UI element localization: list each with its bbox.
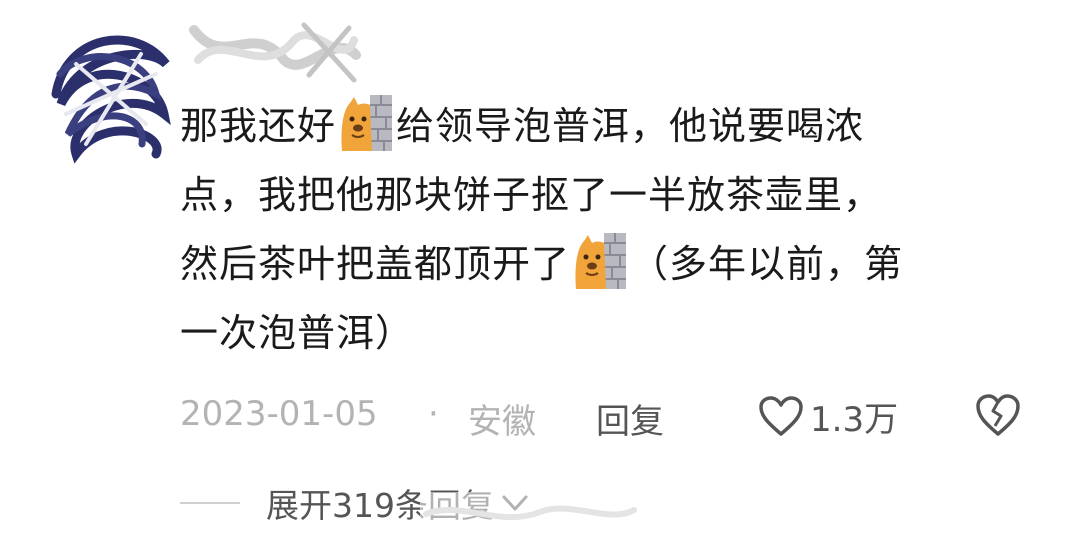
comment-meta-row: 2023-01-05 · 安徽 回复 1.3万	[180, 386, 1040, 446]
comment-body: 那我还好 给领导泡普洱，他说要喝浓 点，我把他那块饼子抠了一半放茶壶里， 然后茶…	[180, 92, 1020, 368]
meta-separator: ·	[428, 394, 439, 434]
doge-wall-icon	[340, 95, 393, 151]
broken-heart-icon	[976, 394, 1020, 436]
heart-icon	[759, 396, 803, 436]
comment-text-line4: 一次泡普洱）	[180, 311, 415, 355]
comment-location: 安徽	[468, 402, 536, 442]
watermark-overlay	[420, 492, 640, 536]
like-button[interactable]: 1.3万	[758, 390, 898, 442]
comment-text-line3b: （多年以前，第	[630, 242, 904, 286]
dislike-button[interactable]	[974, 392, 1022, 438]
doge-wall-icon	[574, 233, 627, 289]
comment-date: 2023-01-05	[180, 394, 378, 434]
avatar[interactable]	[46, 14, 174, 164]
username[interactable]	[184, 10, 364, 90]
like-count: 1.3万	[810, 399, 899, 440]
comment-card: 那我还好 给领导泡普洱，他说要喝浓 点，我把他那块饼子抠了一半放茶壶里， 然后茶…	[0, 0, 1080, 544]
comment-text-line1a: 那我还好	[180, 104, 337, 148]
comment-text-line1b: 给领导泡普洱，他说要喝浓	[396, 104, 865, 148]
comment-text-line3a: 然后茶叶把盖都顶开了	[180, 242, 571, 286]
reply-button[interactable]: 回复	[596, 394, 664, 443]
comment-text-line2: 点，我把他那块饼子抠了一半放茶壶里，	[180, 173, 883, 217]
divider-line	[180, 502, 240, 504]
